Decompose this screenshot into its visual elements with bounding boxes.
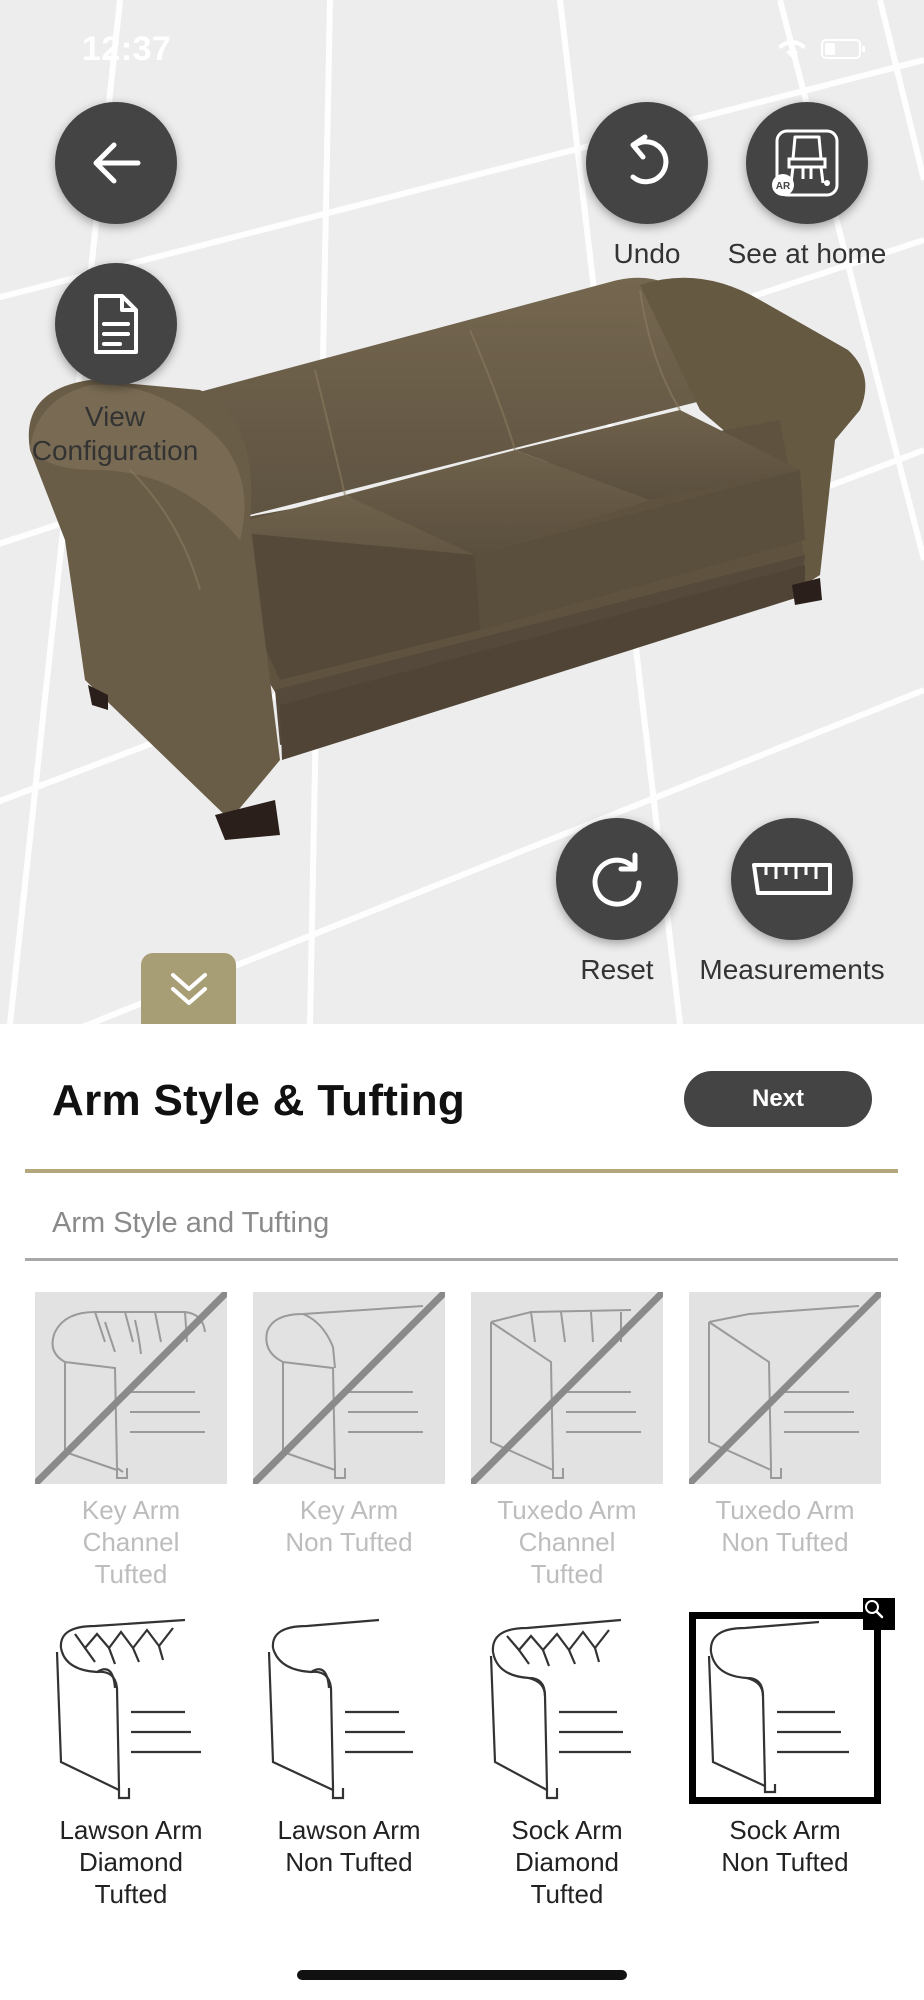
next-button[interactable]: Next [684, 1071, 872, 1127]
option-lawson-arm-non-tufted[interactable]: Lawson Arm Non Tufted [253, 1612, 445, 1878]
undo-label: Undo [613, 238, 681, 269]
option-label: Tuxedo Arm Non Tufted [715, 1495, 855, 1557]
collapse-panel-button[interactable] [141, 953, 236, 1024]
option-tuxedo-arm-channel-tufted[interactable]: Tuxedo Arm Channel Tufted [471, 1292, 663, 1590]
option-label: Key Arm Channel Tufted [81, 1495, 181, 1589]
status-time: 12:37 [82, 30, 172, 68]
option-label: Key Arm Non Tufted [285, 1495, 413, 1557]
ruler-icon [752, 863, 832, 895]
document-icon [94, 294, 138, 354]
view-configuration-label: View Configuration [31, 401, 199, 466]
battery-icon [821, 39, 865, 59]
measurements-button[interactable] [731, 818, 853, 940]
ar-chair-icon: AR [772, 129, 839, 197]
option-thumbnail [35, 1612, 227, 1804]
view-configuration-button[interactable] [55, 263, 177, 385]
option-key-arm-channel-tufted[interactable]: Key Arm Channel Tufted [35, 1292, 227, 1590]
arrow-left-icon [93, 142, 141, 184]
option-label: Sock Arm Diamond Tufted [511, 1815, 623, 1909]
see-at-home-label: See at home [727, 238, 887, 269]
back-button[interactable] [55, 102, 177, 224]
option-thumbnail [689, 1292, 881, 1484]
option-thumbnail [253, 1292, 445, 1484]
option-label: Lawson Arm Diamond Tufted [59, 1815, 203, 1909]
status-icons [772, 34, 872, 69]
double-chevron-down-icon [170, 972, 207, 1005]
option-sock-arm-non-tufted[interactable]: Sock Arm Non Tufted [689, 1598, 895, 1878]
option-thumbnail [253, 1612, 445, 1804]
reset-button[interactable] [556, 818, 678, 940]
panel-title: Arm Style & Tufting [52, 1076, 466, 1125]
divider [25, 1169, 898, 1173]
option-thumbnail [35, 1292, 227, 1484]
option-sock-arm-diamond-tufted[interactable]: Sock Arm Diamond Tufted [471, 1612, 663, 1910]
undo-icon [630, 134, 669, 185]
wifi-icon [778, 40, 806, 58]
option-thumbnail [471, 1612, 663, 1804]
reset-label: Reset [580, 954, 654, 985]
home-indicator[interactable] [297, 1970, 627, 1980]
redo-arrow-icon [592, 852, 642, 907]
divider [25, 1258, 898, 1261]
option-key-arm-non-tufted[interactable]: Key Arm Non Tufted [253, 1292, 445, 1558]
configuration-panel: Arm Style & Tufting Next Arm Style and T… [0, 1024, 924, 2000]
ar-badge: AR [776, 181, 791, 192]
magnifier-icon [865, 1600, 884, 1619]
option-thumbnail [471, 1292, 663, 1484]
see-at-home-button[interactable]: AR [746, 102, 868, 224]
zoom-button[interactable] [863, 1598, 895, 1630]
measurements-label: Measurements [699, 954, 885, 985]
option-label: Tuxedo Arm Channel Tufted [497, 1495, 637, 1589]
option-tuxedo-arm-non-tufted[interactable]: Tuxedo Arm Non Tufted [689, 1292, 881, 1558]
product-viewer[interactable]: 12:37 View Configuration Undo AR See at … [0, 0, 924, 1024]
undo-button[interactable] [586, 102, 708, 224]
option-label: Lawson Arm Non Tufted [277, 1815, 421, 1877]
option-label: Sock Arm Non Tufted [721, 1815, 849, 1877]
option-thumbnail-selected [689, 1598, 895, 1804]
section-label: Arm Style and Tufting [52, 1207, 330, 1239]
option-lawson-arm-diamond-tufted[interactable]: Lawson Arm Diamond Tufted [35, 1612, 227, 1910]
